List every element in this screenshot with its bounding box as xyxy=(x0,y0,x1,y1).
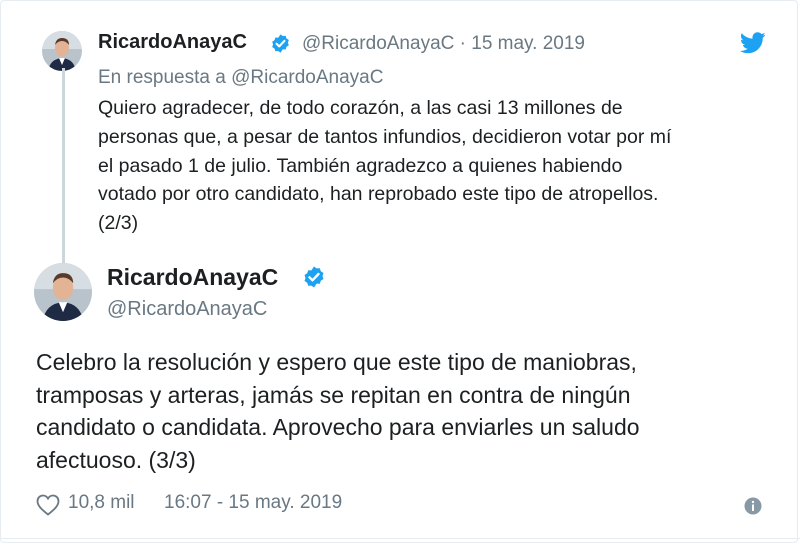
reply-tweet-text: Quiero agradecer, de todo corazón, a las… xyxy=(98,94,778,238)
reply-context: En respuesta a @RicardoAnayaC xyxy=(98,67,383,89)
main-tweet-text: Celebro la resolución y espero que este … xyxy=(36,346,766,476)
like-count[interactable]: 10,8 mil xyxy=(68,492,135,514)
reply-to-handle-link[interactable]: @RicardoAnayaC xyxy=(231,67,383,88)
info-icon[interactable] xyxy=(744,497,762,520)
tweet-timestamp[interactable]: 16:07 - 15 may. 2019 xyxy=(164,492,342,514)
text-line: tramposas y arteras, jamás se repitan en… xyxy=(36,381,631,408)
text-line: el pasado 1 de julio. También agradezco … xyxy=(98,154,623,177)
text-line: afectuoso. (3/3) xyxy=(36,446,196,473)
text-line: candidato o candidata. Aprovecho para en… xyxy=(36,414,640,440)
text-line: personas que, a pesar de tantos infundio… xyxy=(98,125,672,148)
reply-date[interactable]: 15 may. 2019 xyxy=(471,33,585,54)
text-line: votado por otro candidato, han reprobado… xyxy=(98,183,659,206)
avatar-main[interactable] xyxy=(34,263,92,321)
twitter-bird-icon[interactable] xyxy=(739,32,766,59)
avatar-reply[interactable] xyxy=(42,31,82,71)
main-author-handle[interactable]: @RicardoAnayaC xyxy=(107,298,267,321)
text-line: Quiero agradecer, de todo corazón, a las… xyxy=(98,97,623,119)
heart-icon[interactable] xyxy=(36,494,60,521)
verified-badge-icon xyxy=(270,33,291,59)
verified-badge-icon xyxy=(302,265,326,294)
reply-prefix: En respuesta a xyxy=(98,67,226,88)
reply-author-handle[interactable]: @RicardoAnayaC · 15 may. 2019 xyxy=(302,33,585,55)
reply-author-name[interactable]: RicardoAnayaC xyxy=(98,31,247,54)
reply-handle-text: @RicardoAnayaC xyxy=(302,33,455,54)
divider xyxy=(0,538,800,539)
separator-dot: · xyxy=(459,33,466,54)
text-line: Celebro la resolución y espero que este … xyxy=(36,349,637,375)
main-author-name[interactable]: RicardoAnayaC xyxy=(107,264,278,291)
text-line: (2/3) xyxy=(98,212,139,235)
thread-connector-line xyxy=(62,68,65,268)
